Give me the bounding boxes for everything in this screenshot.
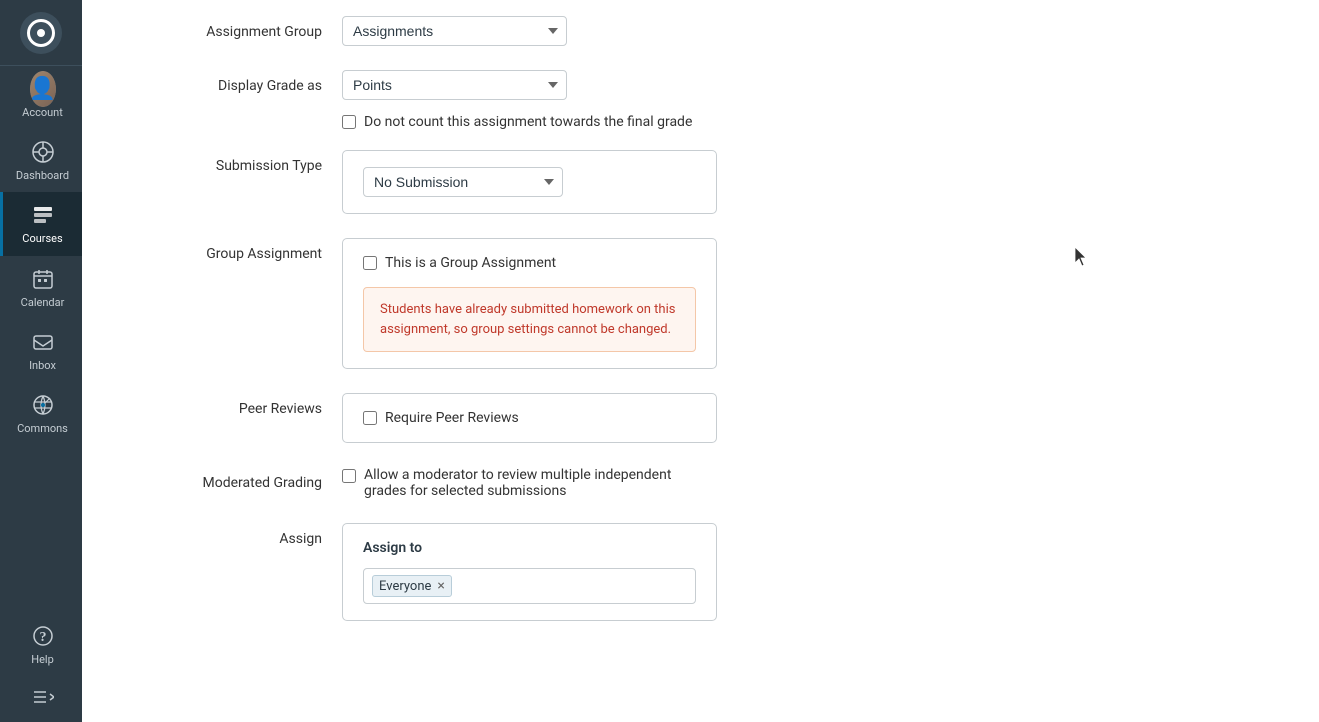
sidebar-item-inbox[interactable]: Inbox <box>0 319 82 382</box>
peer-reviews-text: Require Peer Reviews <box>385 410 519 426</box>
display-grade-control: Points Percentage Complete/Incomplete Le… <box>342 70 902 100</box>
peer-reviews-checkbox-label[interactable]: Require Peer Reviews <box>363 410 696 426</box>
help-label: Help <box>31 653 54 666</box>
sidebar-logo <box>0 0 82 66</box>
moderated-grading-control: Allow a moderator to review multiple ind… <box>342 467 902 499</box>
submission-type-select[interactable]: No Submission Online On Paper External T… <box>363 167 563 197</box>
courses-icon <box>30 202 56 228</box>
canvas-logo <box>20 12 62 54</box>
everyone-tag-label: Everyone <box>379 579 431 594</box>
assignment-group-label: Assignment Group <box>122 16 342 40</box>
commons-icon <box>30 392 56 418</box>
peer-reviews-label: Peer Reviews <box>122 393 342 417</box>
sidebar-navigation: Account Dashboard <box>0 66 82 722</box>
collapse-sidebar-button[interactable] <box>0 676 82 722</box>
svg-text:?: ? <box>39 630 46 645</box>
everyone-tag: Everyone × <box>372 575 452 597</box>
inbox-icon <box>30 329 56 355</box>
moderated-grading-row: Moderated Grading Allow a moderator to r… <box>82 467 1222 499</box>
moderated-grading-checkbox[interactable] <box>342 469 356 483</box>
sidebar: Account Dashboard <box>0 0 82 722</box>
group-assignment-checkbox-label[interactable]: This is a Group Assignment <box>363 255 696 271</box>
group-assignment-label: Group Assignment <box>122 238 342 262</box>
group-assignment-control: This is a Group Assignment Students have… <box>342 238 902 369</box>
courses-label: Courses <box>22 232 62 245</box>
submission-type-label: Submission Type <box>122 150 342 174</box>
collapse-icon <box>30 684 56 710</box>
sidebar-item-help[interactable]: ? Help <box>0 613 82 676</box>
assign-to-title: Assign to <box>363 540 696 556</box>
everyone-tag-remove[interactable]: × <box>437 579 444 593</box>
assign-control: Assign to Everyone × <box>342 523 902 621</box>
display-grade-label: Display Grade as <box>122 70 342 94</box>
do-not-count-control: Do not count this assignment towards the… <box>342 114 902 130</box>
do-not-count-row: Do not count this assignment towards the… <box>82 114 1222 130</box>
sidebar-item-courses[interactable]: Courses <box>0 192 82 255</box>
sidebar-item-dashboard[interactable]: Dashboard <box>0 129 82 192</box>
do-not-count-text: Do not count this assignment towards the… <box>364 114 692 130</box>
help-icon: ? <box>30 623 56 649</box>
submission-type-row: Submission Type No Submission Online On … <box>82 150 1222 214</box>
assign-to-input[interactable]: Everyone × <box>363 568 696 604</box>
assign-label: Assign <box>122 523 342 547</box>
assignment-group-row: Assignment Group Assignments Quizzes Dis… <box>82 16 1222 46</box>
do-not-count-checkbox-label[interactable]: Do not count this assignment towards the… <box>342 114 902 130</box>
dashboard-label: Dashboard <box>16 169 69 182</box>
assignment-group-select[interactable]: Assignments Quizzes Discussions Projects <box>342 16 567 46</box>
group-assignment-checkbox[interactable] <box>363 256 377 270</box>
submission-type-control: No Submission Online On Paper External T… <box>342 150 902 214</box>
commons-label: Commons <box>17 422 68 435</box>
dashboard-icon <box>30 139 56 165</box>
sidebar-item-calendar[interactable]: Calendar <box>0 256 82 319</box>
group-assignment-row: Group Assignment This is a Group Assignm… <box>82 238 1222 369</box>
inbox-label: Inbox <box>29 359 56 372</box>
display-grade-select[interactable]: Points Percentage Complete/Incomplete Le… <box>342 70 567 100</box>
peer-reviews-checkbox[interactable] <box>363 411 377 425</box>
assignment-group-control: Assignments Quizzes Discussions Projects <box>342 16 902 46</box>
moderated-grading-label: Moderated Grading <box>122 467 342 491</box>
main-content: Assignment Group Assignments Quizzes Dis… <box>82 0 1319 722</box>
peer-reviews-control: Require Peer Reviews <box>342 393 902 443</box>
assign-box: Assign to Everyone × <box>342 523 717 621</box>
group-assignment-warning: Students have already submitted homework… <box>363 287 696 352</box>
submission-type-box: No Submission Online On Paper External T… <box>342 150 717 214</box>
assign-row: Assign Assign to Everyone × <box>82 523 1222 621</box>
moderated-grading-text: Allow a moderator to review multiple ind… <box>364 467 682 499</box>
group-assignment-text: This is a Group Assignment <box>385 255 556 271</box>
moderated-grading-checkbox-label[interactable]: Allow a moderator to review multiple ind… <box>342 467 682 499</box>
sidebar-item-commons[interactable]: Commons <box>0 382 82 445</box>
display-grade-row: Display Grade as Points Percentage Compl… <box>82 70 1222 100</box>
calendar-label: Calendar <box>21 296 65 309</box>
sidebar-item-account[interactable]: Account <box>0 66 82 129</box>
peer-reviews-row: Peer Reviews Require Peer Reviews <box>82 393 1222 443</box>
account-label: Account <box>22 106 63 119</box>
do-not-count-spacer <box>122 114 342 122</box>
do-not-count-checkbox[interactable] <box>342 115 356 129</box>
calendar-icon <box>30 266 56 292</box>
peer-reviews-box: Require Peer Reviews <box>342 393 717 443</box>
account-icon <box>30 76 56 102</box>
assignment-form: Assignment Group Assignments Quizzes Dis… <box>82 0 1282 661</box>
group-assignment-box: This is a Group Assignment Students have… <box>342 238 717 369</box>
